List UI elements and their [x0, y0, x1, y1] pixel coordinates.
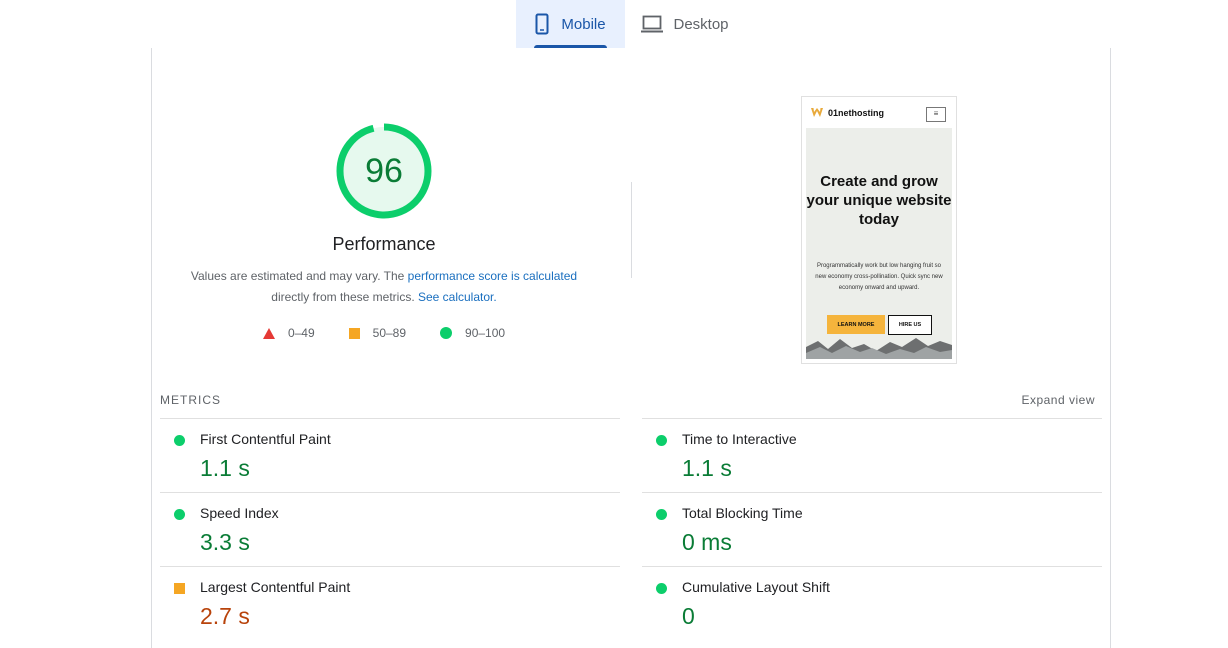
tab-mobile[interactable]: Mobile: [516, 0, 625, 48]
metric-largest-contentful-paint: Largest Contentful Paint 2.7 s: [160, 566, 620, 640]
metric-title: Time to Interactive: [682, 431, 797, 447]
metric-value: 1.1 s: [682, 455, 732, 481]
metric-total-blocking-time: Total Blocking Time 0 ms: [642, 492, 1102, 566]
desc-text-2: directly from these metrics.: [271, 290, 418, 304]
metric-time-to-interactive: Time to Interactive 1.1 s: [642, 418, 1102, 492]
thumb-headline: Create and grow your unique website toda…: [806, 173, 952, 228]
thumb-hero: Create and grow your unique website toda…: [806, 128, 952, 359]
circle-icon: [174, 435, 185, 446]
thumb-body: Programmatically work but low hanging fr…: [815, 263, 943, 291]
device-tabs: Mobile Desktop: [516, 0, 745, 48]
see-calculator-link[interactable]: See calculator.: [418, 290, 497, 304]
tab-desktop[interactable]: Desktop: [625, 0, 745, 48]
legend-label: 0–49: [287, 326, 315, 340]
metric-value: 1.1 s: [200, 455, 250, 481]
circle-icon: [656, 435, 667, 446]
thumb-learn-more-button: LEARN MORE: [827, 315, 885, 334]
divider: [631, 182, 632, 278]
circle-icon: [440, 327, 453, 339]
metric-first-contentful-paint: First Contentful Paint 1.1 s: [160, 418, 620, 492]
circle-icon: [656, 583, 667, 594]
triangle-icon: [262, 327, 275, 339]
desc-text-1: Values are estimated and may vary. The: [190, 269, 408, 283]
metric-title: Total Blocking Time: [682, 505, 803, 521]
performance-gauge: 96: [335, 122, 433, 220]
mountains-image: [806, 338, 952, 359]
thumb-logo: 01nethosting: [811, 108, 884, 118]
metric-title: Speed Index: [200, 505, 279, 521]
square-icon: [348, 327, 360, 339]
legend-label: 90–100: [465, 326, 506, 340]
phone-icon: [535, 13, 549, 35]
thumb-hire-us-button: HIRE US: [888, 315, 932, 335]
hamburger-menu-icon: ≡: [926, 107, 946, 122]
tab-mobile-label: Mobile: [561, 15, 606, 33]
thumb-header: 01nethosting ≡: [802, 97, 956, 128]
laptop-icon: [641, 15, 664, 33]
brand-logo-icon: [811, 108, 823, 117]
legend-item-pass: 90–100: [440, 326, 505, 340]
legend-label: 50–89: [372, 326, 407, 340]
performance-score: 96: [365, 151, 403, 190]
circle-icon: [656, 509, 667, 520]
performance-score-link[interactable]: performance score is calculated: [408, 269, 577, 283]
expand-view-button[interactable]: Expand view: [1021, 393, 1095, 407]
score-description: Values are estimated and may vary. The p…: [152, 266, 616, 308]
performance-title: Performance: [332, 234, 436, 254]
metric-title: Largest Contentful Paint: [200, 579, 351, 595]
metric-value: 0 ms: [682, 529, 732, 555]
score-legend: 0–49 50–89 90–100: [152, 326, 616, 340]
metric-title: First Contentful Paint: [200, 431, 331, 447]
metric-value: 3.3 s: [200, 529, 250, 555]
circle-icon: [174, 509, 185, 520]
tab-desktop-label: Desktop: [673, 15, 729, 33]
metric-value: 2.7 s: [200, 603, 250, 629]
metric-value: 0: [682, 603, 695, 629]
thumb-brand: 01nethosting: [828, 107, 885, 118]
legend-item-fail: 0–49: [262, 326, 315, 340]
metric-speed-index: Speed Index 3.3 s: [160, 492, 620, 566]
metric-title: Cumulative Layout Shift: [682, 579, 830, 595]
square-icon: [174, 583, 185, 594]
metrics-heading: METRICS: [160, 393, 221, 407]
legend-item-average: 50–89: [348, 326, 407, 340]
report-panel: 96 Performance Values are estimated and …: [151, 48, 1111, 648]
page-screenshot-thumbnail: 01nethosting ≡ Create and grow your uniq…: [801, 96, 957, 364]
metric-cumulative-layout-shift: Cumulative Layout Shift 0: [642, 566, 1102, 640]
